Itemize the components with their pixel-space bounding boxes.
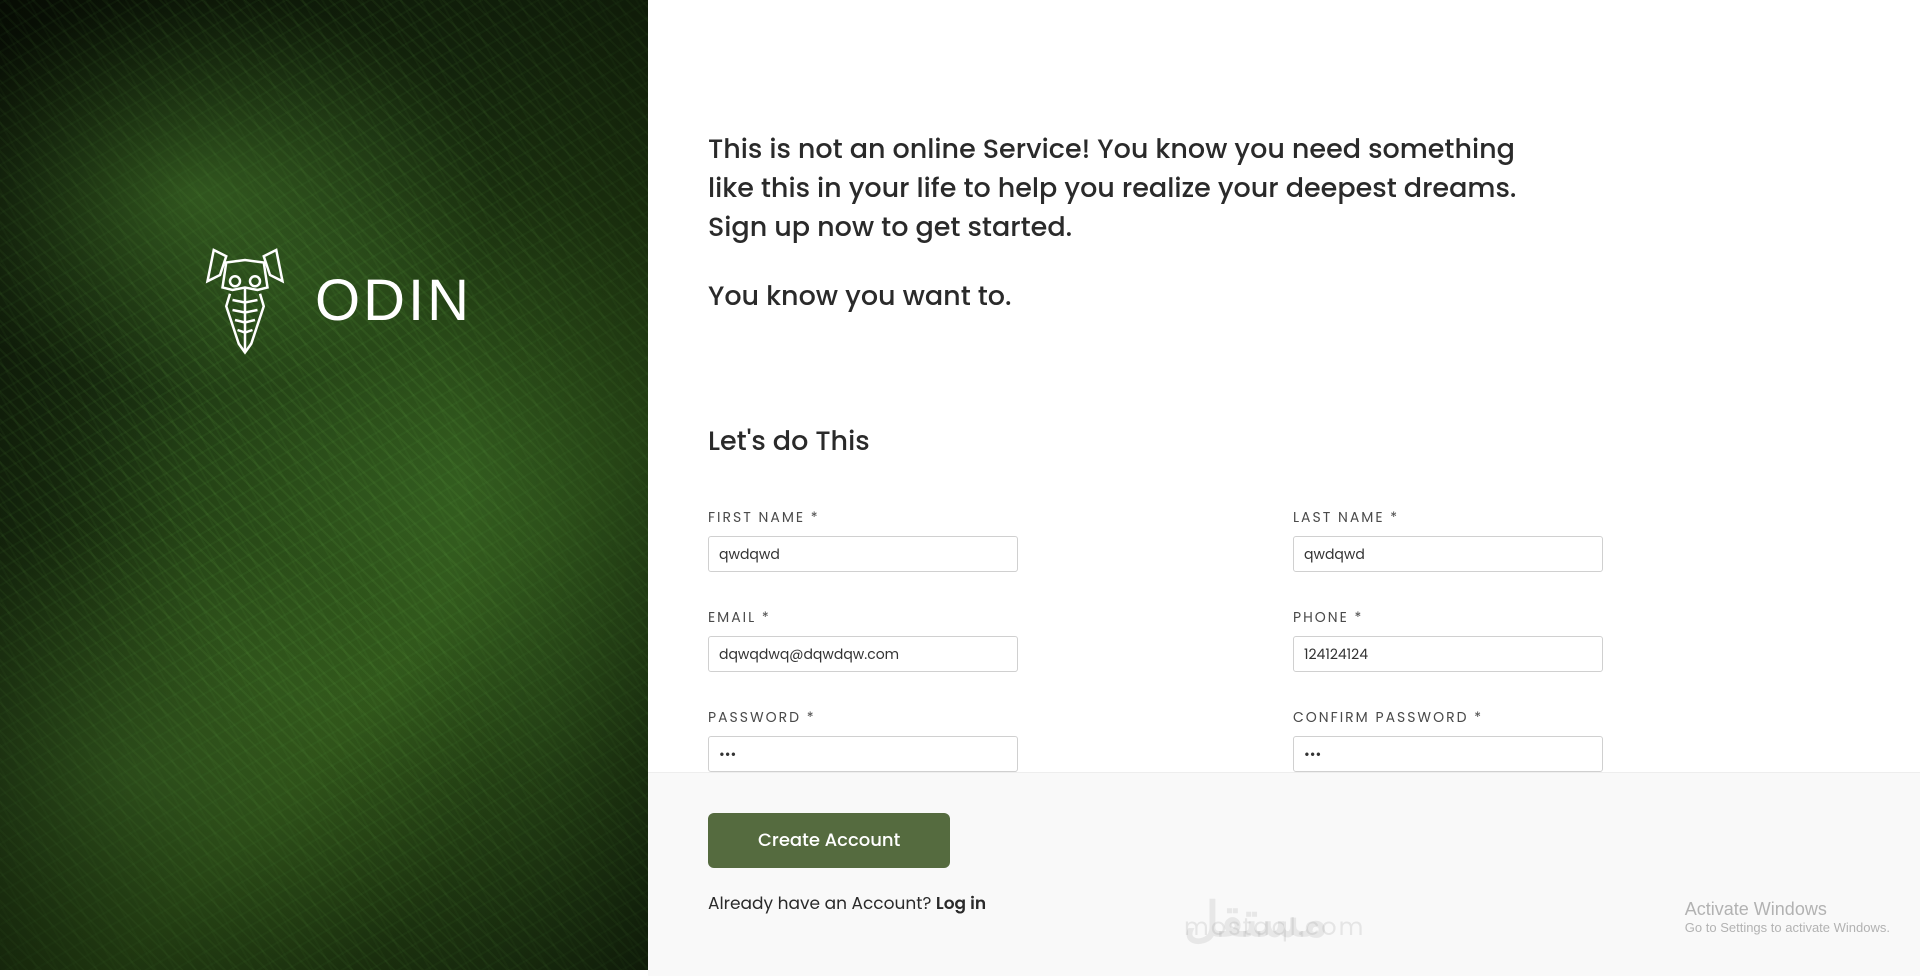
- phone-field-group: PHONE *: [1293, 607, 1603, 672]
- brand-logo: ODIN: [195, 235, 472, 365]
- form-title: Let's do This: [708, 422, 1860, 462]
- odin-helmet-icon: [195, 235, 295, 365]
- confirm-password-label: CONFIRM PASSWORD *: [1293, 707, 1603, 728]
- activate-windows-overlay: Activate Windows Go to Settings to activ…: [1685, 899, 1890, 935]
- create-account-button[interactable]: Create Account: [708, 813, 950, 868]
- first-name-input[interactable]: [708, 536, 1018, 572]
- email-label: EMAIL *: [708, 607, 1018, 628]
- password-label: PASSWORD *: [708, 707, 1018, 728]
- first-name-label: FIRST NAME *: [708, 507, 1018, 528]
- confirm-password-field-group: CONFIRM PASSWORD *: [1293, 707, 1603, 772]
- intro-paragraph: This is not an online Service! You know …: [708, 130, 1528, 247]
- password-field-group: PASSWORD *: [708, 707, 1018, 772]
- first-name-field-group: FIRST NAME *: [708, 507, 1018, 572]
- brand-name: ODIN: [315, 267, 472, 334]
- confirm-password-input[interactable]: [1293, 736, 1603, 772]
- form-fields-grid: FIRST NAME * LAST NAME * EMAIL * PHONE *…: [708, 507, 1860, 772]
- password-input[interactable]: [708, 736, 1018, 772]
- last-name-field-group: LAST NAME *: [1293, 507, 1603, 572]
- fern-vignette: [0, 0, 648, 970]
- login-prompt-text: Already have an Account?: [708, 891, 936, 915]
- intro-section: This is not an online Service! You know …: [648, 0, 1920, 367]
- form-actions-section: Create Account Already have an Account? …: [648, 772, 1920, 976]
- last-name-label: LAST NAME *: [1293, 507, 1603, 528]
- activate-windows-subtitle: Go to Settings to activate Windows.: [1685, 920, 1890, 935]
- signup-panel: This is not an online Service! You know …: [648, 0, 1920, 970]
- phone-input[interactable]: [1293, 636, 1603, 672]
- login-link[interactable]: Log in: [936, 891, 986, 915]
- phone-label: PHONE *: [1293, 607, 1603, 628]
- intro-subline: You know you want to.: [708, 277, 1860, 317]
- activate-windows-title: Activate Windows: [1685, 899, 1890, 920]
- signup-form: Let's do This FIRST NAME * LAST NAME * E…: [648, 367, 1920, 772]
- email-field-group: EMAIL *: [708, 607, 1018, 672]
- hero-image-panel: ODIN: [0, 0, 648, 970]
- email-input[interactable]: [708, 636, 1018, 672]
- last-name-input[interactable]: [1293, 536, 1603, 572]
